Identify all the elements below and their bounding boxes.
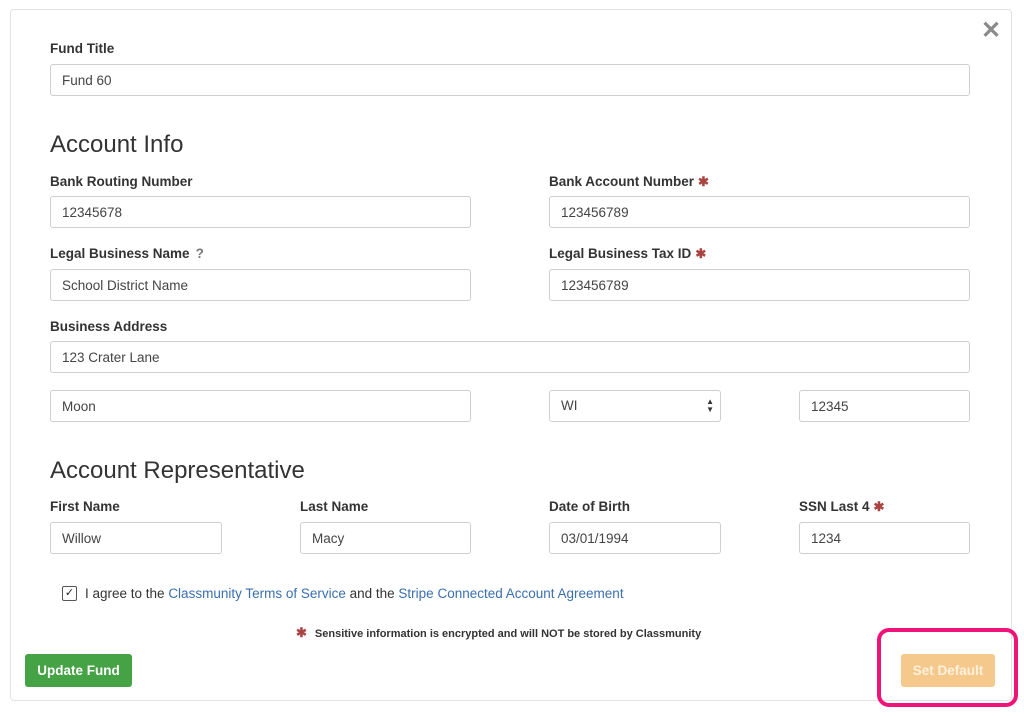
bank-account-label-text: Bank Account Number — [549, 174, 695, 189]
legal-business-name-input[interactable] — [50, 269, 471, 301]
legal-business-name-label-text: Legal Business Name — [50, 246, 190, 261]
account-representative-heading: Account Representative — [50, 457, 305, 484]
dob-input[interactable] — [549, 522, 721, 554]
state-select-value: WI — [561, 398, 578, 413]
state-select[interactable]: WI ▲ ▼ — [549, 390, 721, 422]
street-address-input[interactable] — [50, 341, 970, 373]
agreement-checkbox[interactable]: ✓ — [62, 586, 77, 601]
encryption-note-text: Sensitive information is encrypted and w… — [314, 628, 702, 640]
bank-account-input[interactable] — [549, 196, 970, 228]
bank-account-label: Bank Account Number ✱ — [549, 174, 709, 190]
ssn-label: SSN Last 4 ✱ — [799, 499, 884, 515]
set-default-button[interactable]: Set Default — [901, 654, 995, 687]
tax-id-label-text: Legal Business Tax ID — [549, 246, 692, 261]
ssn-input[interactable] — [799, 522, 970, 554]
select-arrows-icon: ▲ ▼ — [706, 397, 714, 414]
account-info-heading: Account Info — [50, 131, 184, 158]
update-fund-button[interactable]: Update Fund — [25, 654, 132, 687]
required-asterisk-icon: ✱ — [873, 499, 885, 514]
stripe-agreement-link[interactable]: Stripe Connected Account Agreement — [398, 586, 623, 601]
close-icon[interactable]: ✕ — [980, 19, 1002, 43]
required-asterisk-icon: ✱ — [698, 174, 709, 189]
terms-of-service-link[interactable]: Classmunity Terms of Service — [168, 586, 346, 601]
tax-id-input[interactable] — [549, 269, 970, 301]
last-name-label: Last Name — [300, 499, 369, 514]
agreement-prefix: I agree to the — [85, 586, 169, 601]
fund-title-input[interactable] — [50, 64, 970, 96]
legal-business-name-label: Legal Business Name? — [50, 246, 204, 261]
first-name-input[interactable] — [50, 522, 222, 554]
encryption-note: ✱ Sensitive information is encrypted and … — [296, 625, 701, 641]
dob-label: Date of Birth — [549, 499, 630, 514]
fund-title-label: Fund Title — [50, 41, 115, 56]
tax-id-label: Legal Business Tax ID ✱ — [549, 246, 706, 262]
required-asterisk-icon: ✱ — [296, 625, 307, 640]
bank-routing-label-text: Bank Routing Number — [50, 174, 193, 189]
required-asterisk-icon: ✱ — [695, 246, 707, 261]
ssn-label-text: SSN Last 4 — [799, 499, 870, 514]
zip-input[interactable] — [799, 390, 970, 422]
bank-routing-input[interactable] — [50, 196, 471, 228]
agreement-middle: and the — [345, 586, 399, 601]
agreement-row: ✓ I agree to the Classmunity Terms of Se… — [62, 586, 624, 601]
city-input[interactable] — [50, 390, 471, 422]
help-question-icon[interactable]: ? — [196, 246, 204, 261]
last-name-input[interactable] — [300, 522, 471, 554]
business-address-label: Business Address — [50, 319, 168, 334]
first-name-label: First Name — [50, 499, 120, 514]
bank-routing-label: Bank Routing Number — [50, 174, 193, 189]
